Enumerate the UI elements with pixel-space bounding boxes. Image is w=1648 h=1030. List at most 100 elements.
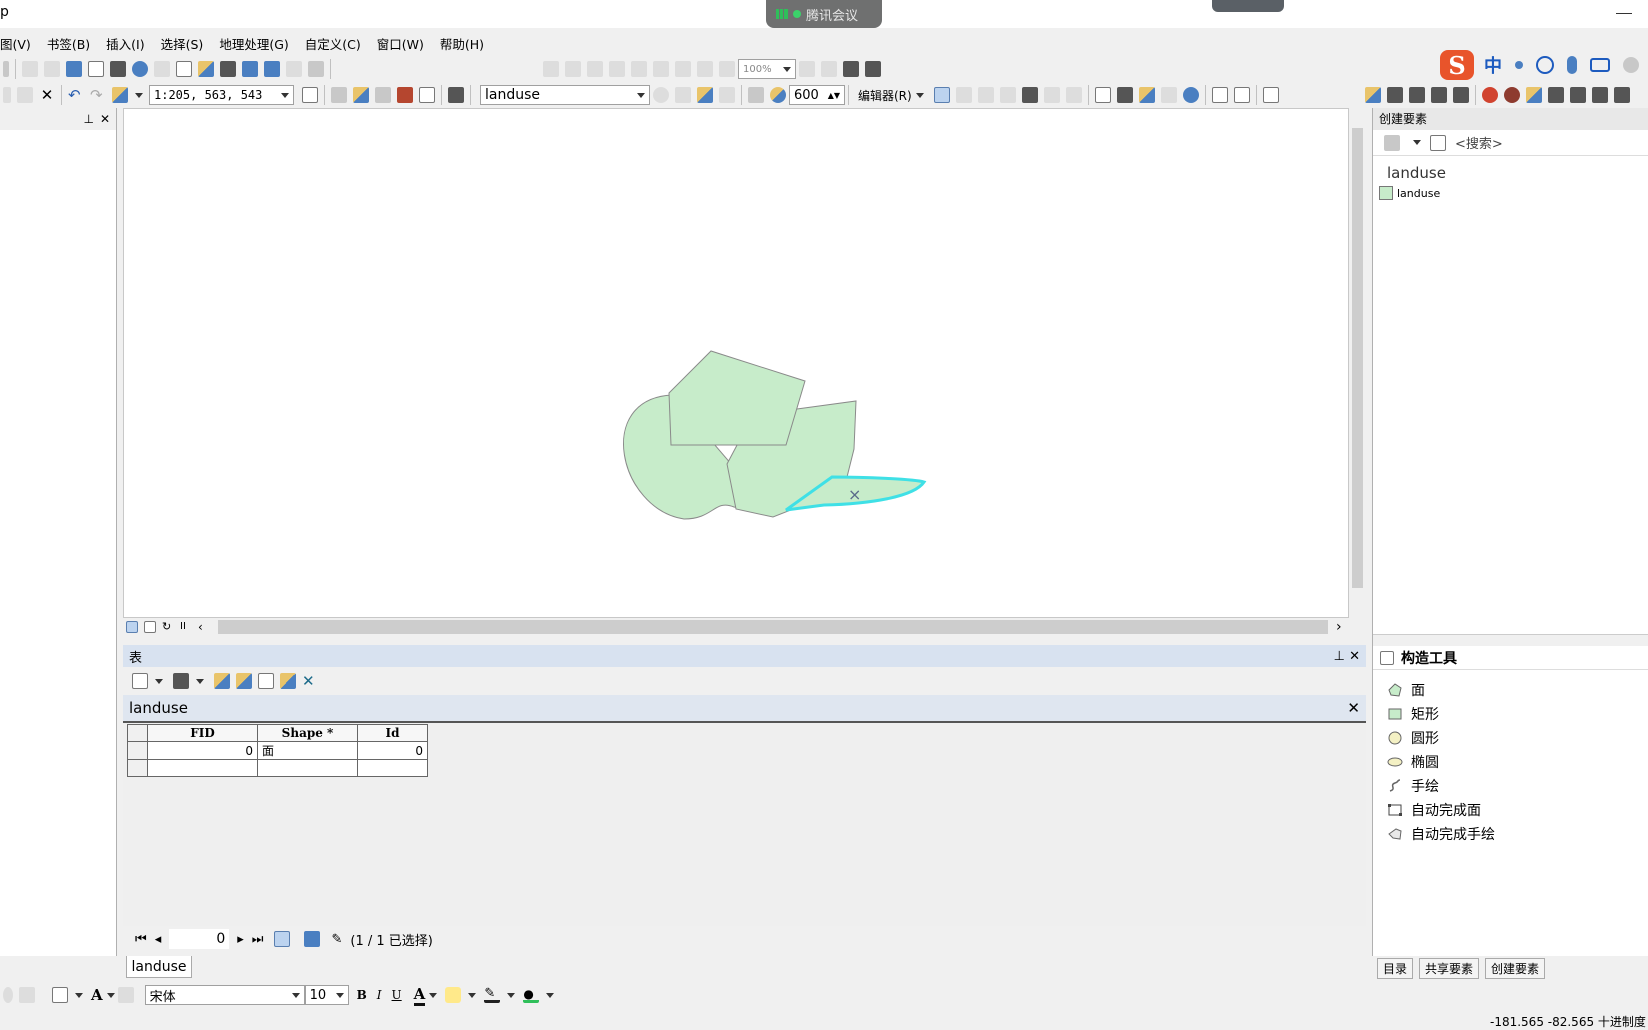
- table-options-icon[interactable]: [132, 673, 148, 689]
- column-header-fid[interactable]: FID: [147, 724, 258, 742]
- snap-tolerance-spinner[interactable]: 600 ▲▼: [789, 85, 845, 105]
- generalize-icon[interactable]: [1504, 87, 1520, 103]
- html-popup-icon[interactable]: [176, 61, 192, 77]
- toggle-draft-icon[interactable]: [799, 61, 815, 77]
- construct-points-icon[interactable]: [1614, 87, 1630, 103]
- cell-id[interactable]: 0: [357, 741, 428, 760]
- refresh-view-icon[interactable]: ↻: [162, 621, 174, 633]
- back-icon[interactable]: [22, 61, 38, 77]
- tab-catalog[interactable]: 目录: [1377, 958, 1414, 979]
- tool-auto-complete-polygon[interactable]: 自动完成面: [1387, 798, 1495, 822]
- focus-data-frame-icon[interactable]: [821, 61, 837, 77]
- emoji-icon[interactable]: [1536, 56, 1554, 74]
- cut-polygons-icon[interactable]: [1138, 87, 1155, 103]
- select-features-icon[interactable]: [66, 61, 82, 77]
- polygon-pentagon-feature[interactable]: [668, 350, 806, 446]
- keyboard-icon[interactable]: [1590, 58, 1610, 72]
- hyperlink-icon[interactable]: [154, 61, 170, 77]
- tab-create-features[interactable]: 创建要素: [1485, 958, 1546, 979]
- cell-empty[interactable]: [257, 759, 358, 777]
- font-size-dropdown[interactable]: 10: [304, 985, 349, 1005]
- next-extent-icon[interactable]: [719, 61, 735, 77]
- tool-auto-complete-freehand[interactable]: 自动完成手绘: [1387, 822, 1495, 846]
- straight-segment-icon[interactable]: [977, 87, 994, 103]
- clear-selection-icon[interactable]: [88, 61, 104, 77]
- table-row-empty[interactable]: [127, 759, 428, 777]
- fill-color-icon[interactable]: [445, 987, 462, 1003]
- clear-table-selection-icon[interactable]: [258, 673, 274, 689]
- scroll-thumb[interactable]: [1352, 128, 1363, 588]
- punctuation-icon[interactable]: [1515, 61, 1523, 69]
- last-record-icon[interactable]: ⏭: [252, 932, 264, 947]
- previous-extent-icon[interactable]: [697, 61, 713, 77]
- menu-view[interactable]: 图(V): [0, 34, 31, 53]
- measure-icon[interactable]: [198, 61, 214, 77]
- pause-drawing-icon[interactable]: II: [180, 621, 192, 633]
- layout-view-icon[interactable]: [144, 621, 156, 633]
- menu-help[interactable]: 帮助(H): [440, 34, 484, 53]
- previous-record-icon[interactable]: ◂: [155, 932, 162, 947]
- brightness-icon[interactable]: [675, 87, 691, 103]
- close-icon[interactable]: ✕: [100, 112, 110, 126]
- pointer-icon[interactable]: [110, 61, 126, 77]
- zoom-100-icon[interactable]: [631, 61, 647, 77]
- fillet-icon[interactable]: [1387, 87, 1403, 103]
- rotate-icon[interactable]: [1182, 87, 1199, 103]
- data-driven-pages-icon[interactable]: [865, 61, 881, 77]
- table-row[interactable]: 0 面 0: [127, 741, 428, 760]
- viewer-window-icon[interactable]: [308, 61, 324, 77]
- show-all-records-icon[interactable]: [274, 931, 291, 947]
- filter-icon[interactable]: [1384, 134, 1400, 151]
- replace-geometry-icon[interactable]: [1592, 87, 1608, 103]
- chevron-down-icon[interactable]: [106, 992, 115, 998]
- column-header-id[interactable]: Id: [357, 724, 428, 742]
- scroll-left-icon[interactable]: ‹: [198, 621, 210, 633]
- go-to-xy-icon[interactable]: [264, 61, 280, 77]
- chevron-down-icon[interactable]: [135, 92, 143, 98]
- smooth-icon[interactable]: [1526, 87, 1542, 103]
- paste-icon[interactable]: [17, 87, 33, 103]
- change-layout-icon[interactable]: [843, 61, 859, 77]
- rectangle-draw-icon[interactable]: [52, 987, 68, 1003]
- delete-icon[interactable]: ✕: [39, 87, 55, 103]
- chevron-down-icon[interactable]: [507, 992, 516, 998]
- row-selector[interactable]: [127, 759, 148, 777]
- chevron-down-icon[interactable]: [429, 992, 438, 998]
- menu-windows[interactable]: 窗口(W): [377, 34, 424, 53]
- row-selector[interactable]: [127, 741, 148, 760]
- add-data-icon[interactable]: [112, 87, 128, 103]
- cell-empty[interactable]: [357, 759, 428, 777]
- feature-template-item[interactable]: landuse: [1373, 182, 1648, 200]
- cell-shape[interactable]: 面: [257, 741, 358, 760]
- explode-icon[interactable]: [1482, 87, 1498, 103]
- trace-icon[interactable]: [1021, 87, 1038, 103]
- pin-icon[interactable]: ⊥: [1334, 649, 1345, 664]
- microphone-icon[interactable]: [1567, 56, 1577, 74]
- find-icon[interactable]: [220, 61, 236, 77]
- sketch-properties-icon[interactable]: [1233, 87, 1250, 103]
- map-vertical-scrollbar[interactable]: [1349, 108, 1366, 618]
- pin-icon[interactable]: ⊥: [83, 112, 93, 126]
- time-slider-icon[interactable]: [286, 61, 302, 77]
- trim-icon[interactable]: [1431, 87, 1447, 103]
- align-to-shape-icon[interactable]: [1548, 87, 1564, 103]
- italic-button[interactable]: I: [377, 988, 382, 1002]
- edit-vertices-icon[interactable]: [1094, 87, 1111, 103]
- table-bottom-tab[interactable]: landuse: [126, 956, 192, 978]
- first-record-icon[interactable]: ⏮: [135, 932, 147, 947]
- forward-icon[interactable]: [44, 61, 60, 77]
- menu-insert[interactable]: 插入(I): [106, 34, 144, 53]
- line-intersection-icon[interactable]: [1453, 87, 1469, 103]
- next-record-icon[interactable]: ▸: [237, 932, 244, 947]
- map-canvas[interactable]: ×: [124, 109, 1350, 619]
- delete-selected-icon[interactable]: ✕: [302, 673, 318, 689]
- chevron-down-icon[interactable]: [196, 678, 204, 684]
- map-scale-dropdown[interactable]: 1:205, 563, 543: [149, 85, 294, 105]
- endpoint-arc-icon[interactable]: [999, 87, 1016, 103]
- arctoolbox-icon[interactable]: [397, 87, 413, 103]
- search-window-icon[interactable]: [375, 87, 391, 103]
- chevron-down-icon[interactable]: [468, 992, 477, 998]
- edit-vertices-draw-icon[interactable]: [117, 987, 134, 1003]
- scroll-right-icon[interactable]: ›: [1336, 619, 1342, 635]
- font-name-dropdown[interactable]: 宋体: [144, 985, 305, 1005]
